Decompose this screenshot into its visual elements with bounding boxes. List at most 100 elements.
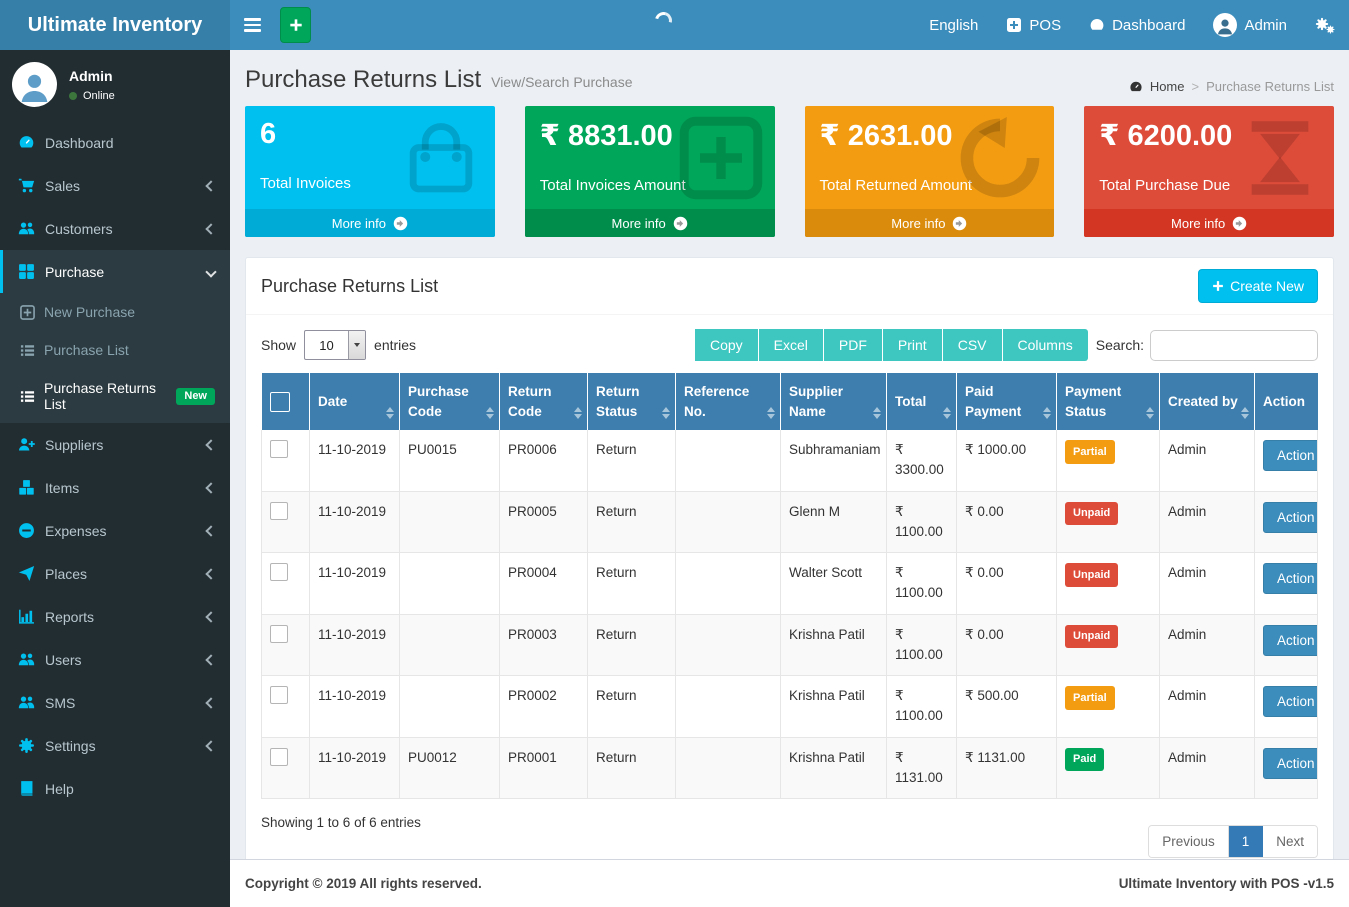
- cell-return-status: Return: [588, 430, 676, 491]
- sidebar-item[interactable]: Items: [0, 466, 230, 509]
- sidebar-toggle-button[interactable]: [230, 0, 275, 50]
- top-navbar: English POS Dashboard Admin: [230, 0, 1349, 50]
- sidebar-item[interactable]: Customers: [0, 207, 230, 250]
- column-header[interactable]: Total: [887, 373, 957, 430]
- more-info-link[interactable]: More info: [1084, 209, 1334, 237]
- action-button[interactable]: Action: [1263, 686, 1318, 717]
- cell-return-status: Return: [588, 553, 676, 615]
- breadcrumb-home-link[interactable]: Home: [1150, 79, 1185, 94]
- export-button[interactable]: Copy: [695, 329, 759, 361]
- row-checkbox[interactable]: [270, 625, 288, 643]
- sort-icon[interactable]: [1146, 407, 1154, 419]
- page-length-select[interactable]: 10: [304, 330, 366, 360]
- sidebar-subitem[interactable]: New Purchase: [0, 293, 230, 331]
- more-info-link[interactable]: More info: [805, 209, 1055, 237]
- sidebar-subitem[interactable]: Purchase List: [0, 331, 230, 369]
- sort-icon[interactable]: [662, 407, 670, 419]
- sort-icon[interactable]: [574, 407, 582, 419]
- sidebar-item-icon: [18, 737, 35, 754]
- more-info-link[interactable]: More info: [245, 209, 495, 237]
- action-button[interactable]: Action: [1263, 748, 1318, 779]
- row-checkbox[interactable]: [270, 502, 288, 520]
- export-button[interactable]: Print: [883, 329, 943, 361]
- sidebar-item[interactable]: Expenses: [0, 509, 230, 552]
- cell-paid-payment: ₹ 0.00: [957, 614, 1057, 676]
- more-info-link[interactable]: More info: [525, 209, 775, 237]
- table-row: 11-10-2019 PR0004 Return Walter Scott ₹ …: [262, 553, 1318, 615]
- sidebar-item[interactable]: Dashboard: [0, 121, 230, 164]
- sort-icon[interactable]: [1043, 407, 1051, 419]
- export-button[interactable]: Excel: [759, 329, 824, 361]
- table-row: 11-10-2019 PR0003 Return Krishna Patil ₹…: [262, 614, 1318, 676]
- action-button[interactable]: Action: [1263, 440, 1318, 471]
- sidebar-item[interactable]: Help: [0, 767, 230, 810]
- sidebar-item[interactable]: Purchase New Purchase: [0, 250, 230, 423]
- row-checkbox[interactable]: [270, 440, 288, 458]
- sidebar-item-icon: [18, 522, 35, 539]
- sort-icon[interactable]: [1241, 407, 1249, 419]
- sort-icon[interactable]: [486, 407, 494, 419]
- nav-language[interactable]: English: [915, 0, 992, 50]
- payment-status-badge: Unpaid: [1065, 563, 1118, 587]
- app-logo[interactable]: Ultimate Inventory: [0, 0, 230, 50]
- sort-icon[interactable]: [873, 407, 881, 419]
- cell-purchase-code: PU0015: [400, 430, 500, 491]
- sidebar-item[interactable]: SMS: [0, 681, 230, 724]
- sort-icon[interactable]: [386, 407, 394, 419]
- row-checkbox[interactable]: [270, 563, 288, 581]
- action-button[interactable]: Action: [1263, 502, 1318, 533]
- action-button[interactable]: Action: [1263, 625, 1318, 656]
- quick-add-button[interactable]: [280, 7, 311, 43]
- info-box: 6 Total Invoices More info: [245, 106, 495, 237]
- sidebar-item[interactable]: Reports: [0, 595, 230, 638]
- row-checkbox[interactable]: [270, 686, 288, 704]
- export-button[interactable]: PDF: [824, 329, 883, 361]
- nav-user-menu[interactable]: Admin: [1199, 0, 1301, 50]
- sidebar-item-label: Suppliers: [45, 437, 207, 453]
- column-header[interactable]: Return Status: [588, 373, 676, 430]
- column-header[interactable]: Return Code: [500, 373, 588, 430]
- pagination-page-1[interactable]: 1: [1229, 826, 1264, 857]
- nav-settings[interactable]: [1301, 0, 1349, 50]
- select-all-checkbox[interactable]: [270, 392, 290, 412]
- table-row: 11-10-2019 PR0002 Return Krishna Patil ₹…: [262, 676, 1318, 738]
- sort-icon[interactable]: [943, 407, 951, 419]
- pagination-next[interactable]: Next: [1263, 826, 1317, 857]
- cell-supplier-name: Krishna Patil: [781, 737, 887, 799]
- cell-created-by: Admin: [1160, 553, 1255, 615]
- chevron-left-icon: [205, 740, 216, 751]
- sidebar-item-label: Dashboard: [45, 135, 215, 151]
- column-header[interactable]: Supplier Name: [781, 373, 887, 430]
- sidebar-item[interactable]: Settings: [0, 724, 230, 767]
- sort-icon[interactable]: [767, 407, 775, 419]
- column-header[interactable]: Paid Payment: [957, 373, 1057, 430]
- column-header[interactable]: Created by: [1160, 373, 1255, 430]
- export-button[interactable]: CSV: [943, 329, 1003, 361]
- sidebar-item[interactable]: Places: [0, 552, 230, 595]
- column-header[interactable]: Action: [1255, 373, 1318, 430]
- cell-paid-payment: ₹ 0.00: [957, 553, 1057, 615]
- sidebar-item[interactable]: Suppliers: [0, 423, 230, 466]
- cell-supplier-name: Walter Scott: [781, 553, 887, 615]
- pagination-previous[interactable]: Previous: [1149, 826, 1229, 857]
- sidebar-item[interactable]: Sales: [0, 164, 230, 207]
- column-header[interactable]: Payment Status: [1057, 373, 1160, 430]
- search-input[interactable]: [1150, 330, 1318, 361]
- sidebar-item-icon: [18, 134, 35, 151]
- export-button[interactable]: Columns: [1003, 329, 1088, 361]
- cell-total: ₹ 1100.00: [887, 491, 957, 553]
- sidebar-item[interactable]: Users: [0, 638, 230, 681]
- column-header[interactable]: Reference No.: [676, 373, 781, 430]
- action-button[interactable]: Action: [1263, 563, 1318, 594]
- column-header[interactable]: Purchase Code: [400, 373, 500, 430]
- cell-return-status: Return: [588, 491, 676, 553]
- create-new-button[interactable]: Create New: [1198, 269, 1318, 303]
- sidebar-subitem[interactable]: Purchase Returns List New: [0, 369, 230, 423]
- cell-paid-payment: ₹ 1000.00: [957, 430, 1057, 491]
- column-header[interactable]: Date: [310, 373, 400, 430]
- nav-pos[interactable]: POS: [992, 0, 1075, 50]
- payment-status-badge: Paid: [1065, 748, 1104, 772]
- row-checkbox[interactable]: [270, 748, 288, 766]
- nav-dashboard[interactable]: Dashboard: [1075, 0, 1199, 50]
- sidebar-item-icon: [18, 436, 35, 453]
